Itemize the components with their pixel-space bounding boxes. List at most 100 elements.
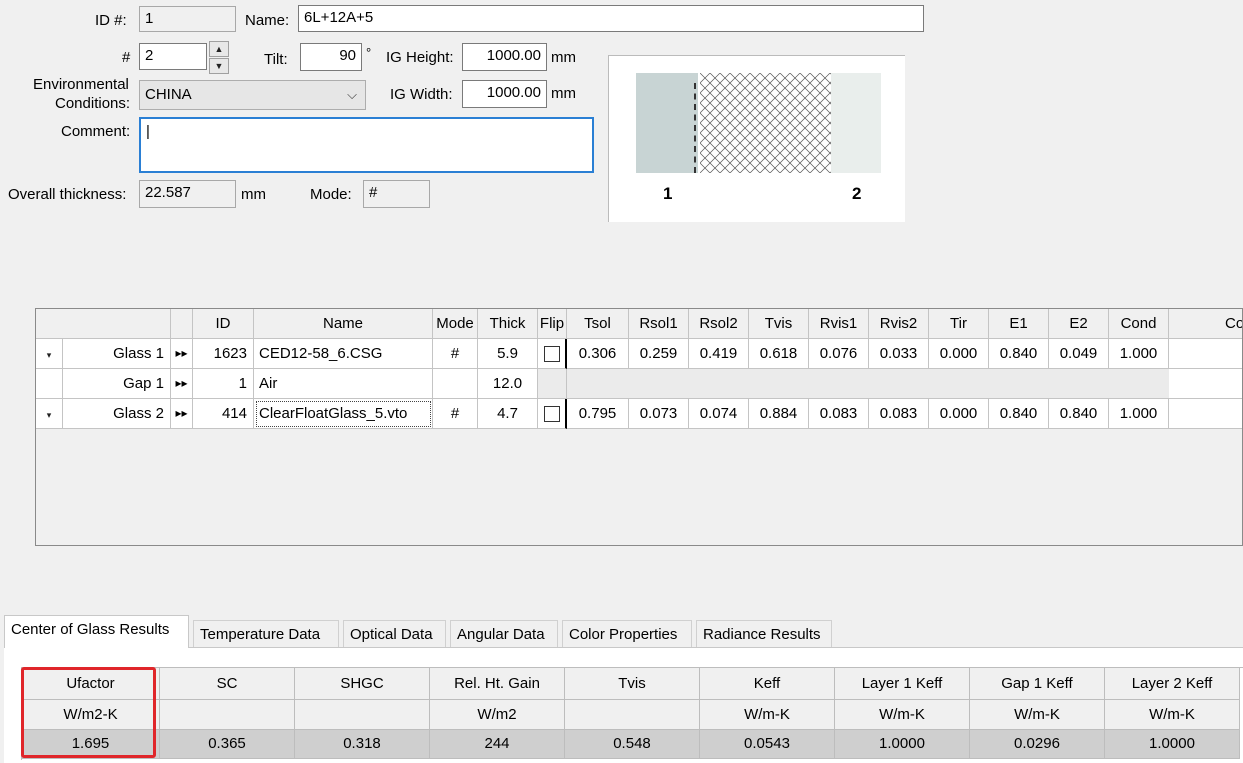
ig-width-unit: mm: [551, 85, 576, 102]
grid-header-tir[interactable]: Tir: [929, 309, 989, 339]
result-header-rel-ht-gain: Rel. Ht. Gain: [430, 668, 565, 700]
tab-optical-data[interactable]: Optical Data: [343, 620, 446, 647]
row3-thick[interactable]: 4.7: [478, 399, 538, 429]
grid-header-tvis[interactable]: Tvis: [749, 309, 809, 339]
result-header-layer1-keff: Layer 1 Keff: [835, 668, 970, 700]
row2-label: Gap 1: [63, 369, 171, 399]
ig-height-input[interactable]: 1000.00: [462, 43, 547, 71]
grid-header-e2[interactable]: E2: [1049, 309, 1109, 339]
row3-comment[interactable]: [1169, 399, 1242, 429]
number-input[interactable]: 2: [139, 43, 207, 70]
tilt-input[interactable]: 90: [300, 43, 362, 71]
tab-angular-data[interactable]: Angular Data: [450, 620, 558, 647]
row1-flip[interactable]: [538, 339, 567, 369]
grid-header-id[interactable]: ID: [193, 309, 254, 339]
grid-header-name[interactable]: Name: [254, 309, 433, 339]
grid-header-tsol[interactable]: Tsol: [567, 309, 629, 339]
grid-header-rvis2[interactable]: Rvis2: [869, 309, 929, 339]
row1-e1: 0.840: [989, 339, 1049, 369]
name-input[interactable]: 6L+12A+5: [298, 5, 924, 32]
result-header-gap1-keff: Gap 1 Keff: [970, 668, 1105, 700]
tab-color-properties[interactable]: Color Properties: [562, 620, 692, 647]
row1-library-icon[interactable]: ▸▸: [171, 339, 193, 369]
row3-rvis2: 0.083: [869, 399, 929, 429]
tab-center-of-glass-results[interactable]: Center of Glass Results: [4, 615, 189, 648]
row1-name[interactable]: CED12-58_6.CSG: [254, 339, 433, 369]
grid-header-flip[interactable]: Flip: [538, 309, 567, 339]
row3-library-icon[interactable]: ▸▸: [171, 399, 193, 429]
environment-select-value: CHINA: [145, 86, 192, 103]
result-value-layer2-keff: 1.0000: [1105, 730, 1240, 759]
grid-header-rsol2[interactable]: Rsol2: [689, 309, 749, 339]
result-value-rel-ht-gain: 244: [430, 730, 565, 759]
result-unit-keff: W/m-K: [700, 700, 835, 730]
row3-dropdown[interactable]: ▾: [36, 399, 63, 429]
row1-rsol1: 0.259: [629, 339, 689, 369]
ig-height-label: IG Height:: [386, 49, 454, 66]
id-field: 1: [139, 6, 236, 32]
row3-rsol2: 0.074: [689, 399, 749, 429]
comment-textarea[interactable]: |: [139, 117, 594, 173]
result-unit-gap1-keff: W/m-K: [970, 700, 1105, 730]
spin-down-icon[interactable]: ▼: [209, 58, 229, 74]
row3-tvis: 0.884: [749, 399, 809, 429]
flip-checkbox[interactable]: [543, 406, 560, 423]
grid-header-e1[interactable]: E1: [989, 309, 1049, 339]
row3-flip[interactable]: [538, 399, 567, 429]
preview-gap: [700, 73, 831, 173]
thickness-unit: mm: [241, 186, 266, 203]
row2-name[interactable]: Air: [254, 369, 433, 399]
tab-temperature-data[interactable]: Temperature Data: [193, 620, 339, 647]
row3-tsol: 0.795: [567, 399, 629, 429]
row1-id[interactable]: 1623: [193, 339, 254, 369]
tab-radiance-results[interactable]: Radiance Results: [696, 620, 832, 647]
grid-header-comment[interactable]: Comm: [1169, 309, 1242, 339]
grid-header-arrows: [171, 309, 193, 339]
environment-select[interactable]: CHINA ⌵: [139, 80, 366, 110]
row1-comment[interactable]: [1169, 339, 1242, 369]
grid-header-rvis1[interactable]: Rvis1: [809, 309, 869, 339]
env-label-2: Conditions:: [55, 95, 131, 112]
row2-mode: [433, 369, 478, 399]
row1-rvis1: 0.076: [809, 339, 869, 369]
result-unit-tvis: [565, 700, 700, 730]
thickness-field: 22.587: [139, 180, 236, 208]
row1-dropdown[interactable]: ▾: [36, 339, 63, 369]
ig-width-label: IG Width:: [390, 86, 453, 103]
row1-cond: 1.000: [1109, 339, 1169, 369]
row2-library-icon[interactable]: ▸▸: [171, 369, 193, 399]
grid-header-cond[interactable]: Cond: [1109, 309, 1169, 339]
dropdown-arrow-icon: ▾: [46, 410, 52, 420]
row2-id[interactable]: 1: [193, 369, 254, 399]
result-unit-layer2-keff: W/m-K: [1105, 700, 1240, 730]
row3-rsol1: 0.073: [629, 399, 689, 429]
result-header-layer2-keff: Layer 2 Keff: [1105, 668, 1240, 700]
coating-dash-line: [694, 83, 696, 173]
ig-height-unit: mm: [551, 49, 576, 66]
grid-header-mode[interactable]: Mode: [433, 309, 478, 339]
grid-header-rsol1[interactable]: Rsol1: [629, 309, 689, 339]
flip-checkbox[interactable]: [543, 346, 560, 363]
ig-width-input[interactable]: 1000.00: [462, 80, 547, 108]
row1-rsol2: 0.419: [689, 339, 749, 369]
tilt-unit: °: [366, 45, 372, 60]
spin-up-icon[interactable]: ▲: [209, 41, 229, 57]
result-unit-shgc: [295, 700, 430, 730]
row3-e2: 0.840: [1049, 399, 1109, 429]
result-value-gap1-keff: 0.0296: [970, 730, 1105, 759]
result-header-keff: Keff: [700, 668, 835, 700]
mode-field: #: [363, 180, 430, 208]
row2-thick[interactable]: 12.0: [478, 369, 538, 399]
preview-glass-1: [636, 73, 698, 173]
row1-thick[interactable]: 5.9: [478, 339, 538, 369]
row3-name[interactable]: ClearFloatGlass_5.vto: [254, 399, 433, 429]
row2-comment[interactable]: [1169, 369, 1242, 399]
result-value-shgc: 0.318: [295, 730, 430, 759]
tilt-label: Tilt:: [264, 51, 288, 68]
row3-rvis1: 0.083: [809, 399, 869, 429]
grid-header-thick[interactable]: Thick: [478, 309, 538, 339]
env-label-1: Environmental: [33, 76, 129, 93]
row1-mode: #: [433, 339, 478, 369]
row3-id[interactable]: 414: [193, 399, 254, 429]
number-label: #: [122, 49, 131, 66]
